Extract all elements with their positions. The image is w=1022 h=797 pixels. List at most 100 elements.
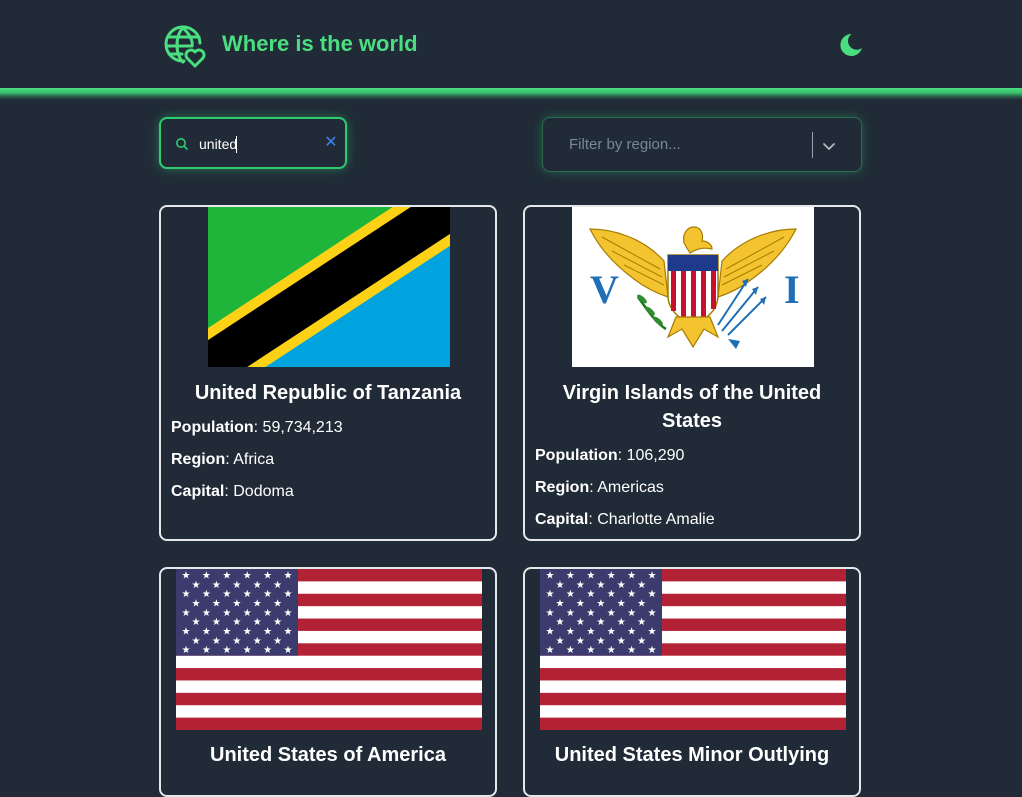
country-name: United States of America [210, 744, 446, 766]
us-virgin-islands-flag: V I [572, 207, 814, 367]
svg-text:★: ★ [263, 645, 272, 656]
svg-text:★: ★ [586, 571, 595, 582]
svg-text:★: ★ [607, 627, 616, 638]
country-card[interactable]: V I Virgin Islands of the United States … [523, 205, 861, 541]
capital-value: Dodoma [233, 483, 294, 500]
svg-text:★: ★ [243, 645, 252, 656]
svg-text:★: ★ [202, 627, 211, 638]
svg-text:★: ★ [596, 599, 605, 610]
svg-text:★: ★ [648, 608, 657, 619]
svg-text:★: ★ [284, 589, 293, 600]
text-caret [236, 136, 237, 153]
country-card[interactable]: ★ ★ ★ ★ ★ ★ ★ ★ ★ ★ ★ ★ ★ ★ ★ ★ ★ ★ ★ ★ ★ ★ ★ ★ ★ ★ ★ ★ ★ ★ ★ ★ ★ ★ ★ ★ ★ ★ ★ ★… [159, 567, 497, 797]
svg-text:★: ★ [222, 608, 231, 619]
svg-text:★: ★ [202, 645, 211, 656]
region-value: Africa [233, 451, 275, 468]
svg-text:★: ★ [596, 580, 605, 591]
search-input[interactable] [199, 133, 310, 155]
moon-icon[interactable] [838, 32, 864, 58]
svg-text:★: ★ [586, 608, 595, 619]
svg-text:★: ★ [627, 627, 636, 638]
tanzania-flag [208, 207, 450, 367]
svg-text:★: ★ [212, 636, 221, 647]
region-info: Region: Africa [171, 451, 275, 468]
svg-text:★: ★ [202, 608, 211, 619]
country-card[interactable]: United Republic of Tanzania Population: … [159, 205, 497, 541]
svg-text:★: ★ [243, 571, 252, 582]
svg-text:★: ★ [212, 599, 221, 610]
svg-text:★: ★ [202, 571, 211, 582]
svg-text:★: ★ [637, 580, 646, 591]
svg-text:★: ★ [586, 589, 595, 600]
svg-text:★: ★ [263, 627, 272, 638]
close-icon[interactable]: ✕ [323, 134, 339, 152]
svg-text:★: ★ [556, 599, 565, 610]
svg-text:★: ★ [182, 589, 191, 600]
svg-text:★: ★ [546, 571, 555, 582]
svg-text:★: ★ [607, 589, 616, 600]
country-name: United States Minor Outlying [554, 744, 830, 766]
svg-text:★: ★ [596, 636, 605, 647]
svg-text:★: ★ [576, 617, 585, 628]
svg-text:★: ★ [566, 627, 575, 638]
svg-text:★: ★ [546, 645, 555, 656]
svg-text:★: ★ [617, 636, 626, 647]
svg-text:★: ★ [617, 580, 626, 591]
svg-text:★: ★ [273, 599, 282, 610]
country-card[interactable]: ★ ★ ★ ★ ★ ★ ★ ★ ★ ★ ★ ★ ★ ★ ★ ★ ★ ★ ★ ★ ★ ★ ★ ★ ★ ★ ★ ★ ★ ★ ★ ★ ★ ★ ★ ★ ★ ★ ★ ★… [523, 567, 861, 797]
svg-text:★: ★ [222, 627, 231, 638]
header-glow-divider [0, 88, 1022, 100]
svg-text:★: ★ [182, 608, 191, 619]
svg-text:★: ★ [212, 580, 221, 591]
svg-text:★: ★ [617, 617, 626, 628]
svg-text:★: ★ [284, 608, 293, 619]
population-value: 59,734,213 [262, 419, 343, 436]
svg-text:★: ★ [182, 627, 191, 638]
svg-text:★: ★ [648, 589, 657, 600]
svg-text:★: ★ [273, 636, 282, 647]
svg-text:★: ★ [586, 627, 595, 638]
svg-text:★: ★ [596, 617, 605, 628]
svg-text:★: ★ [243, 608, 252, 619]
svg-text:★: ★ [617, 599, 626, 610]
svg-text:★: ★ [263, 608, 272, 619]
svg-text:★: ★ [182, 645, 191, 656]
region-filter-select[interactable]: Filter by region... [542, 117, 862, 172]
search-icon [176, 138, 188, 150]
svg-text:★: ★ [284, 645, 293, 656]
population-value: 106,290 [626, 447, 685, 464]
population-info: Population: 106,290 [535, 447, 685, 464]
svg-text:★: ★ [586, 645, 595, 656]
capital-info: Capital: Charlotte Amalie [535, 511, 715, 528]
svg-text:★: ★ [253, 617, 262, 628]
svg-text:★: ★ [202, 589, 211, 600]
svg-text:★: ★ [192, 580, 201, 591]
svg-text:★: ★ [627, 645, 636, 656]
svg-text:★: ★ [556, 580, 565, 591]
svg-text:★: ★ [576, 636, 585, 647]
svg-text:★: ★ [212, 617, 221, 628]
svg-text:★: ★ [192, 636, 201, 647]
svg-text:★: ★ [648, 627, 657, 638]
region-value: Americas [597, 479, 664, 496]
population-info: Population: 59,734,213 [171, 419, 343, 436]
svg-text:I: I [784, 267, 800, 312]
svg-text:★: ★ [607, 571, 616, 582]
svg-text:★: ★ [556, 636, 565, 647]
capital-value: Charlotte Amalie [597, 511, 715, 528]
svg-text:★: ★ [627, 608, 636, 619]
filter-divider [812, 132, 813, 158]
search-box[interactable]: ✕ [159, 117, 347, 169]
svg-text:★: ★ [566, 589, 575, 600]
svg-text:★: ★ [648, 645, 657, 656]
svg-text:★: ★ [566, 571, 575, 582]
chevron-down-icon[interactable] [820, 137, 838, 155]
svg-text:★: ★ [284, 571, 293, 582]
svg-text:★: ★ [192, 617, 201, 628]
country-name: Virgin Islands of the United States [562, 382, 822, 432]
svg-text:★: ★ [627, 589, 636, 600]
capital-info: Capital: Dodoma [171, 483, 294, 500]
svg-text:★: ★ [637, 636, 646, 647]
svg-text:★: ★ [253, 636, 262, 647]
svg-text:★: ★ [182, 571, 191, 582]
